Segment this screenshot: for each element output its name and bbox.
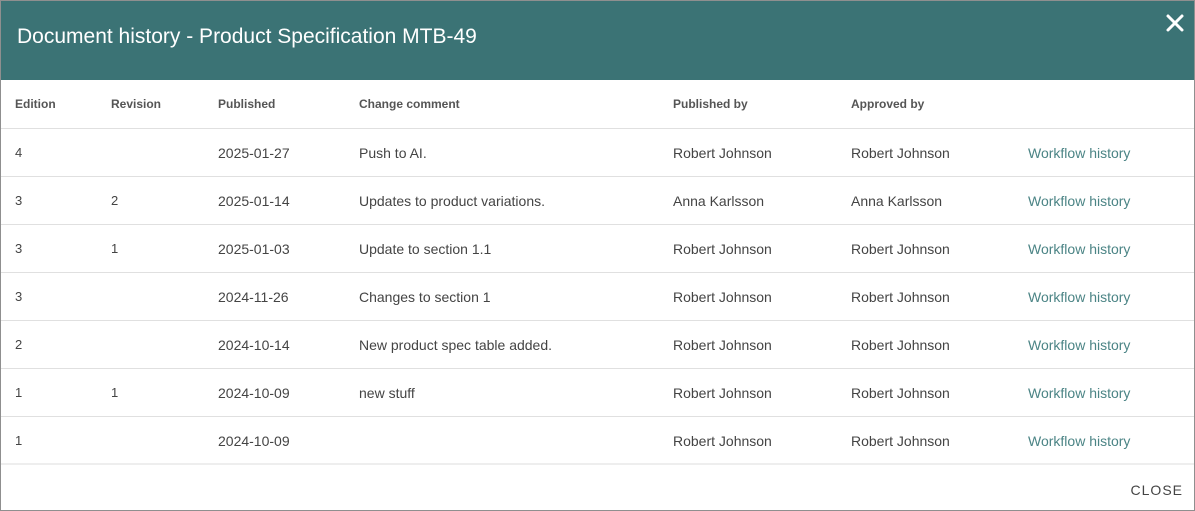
change-comment-cell: Push to AI.	[359, 128, 673, 177]
published-by-cell: Robert Johnson	[673, 272, 851, 321]
published-cell: 2025-01-14	[218, 176, 359, 225]
approved-by-cell: Anna Karlsson	[851, 176, 1028, 225]
published-by-cell: Robert Johnson	[673, 320, 851, 369]
change-comment-cell: Updates to product variations.	[359, 176, 673, 225]
revision-cell: 1	[111, 224, 218, 273]
approved-by-cell: Robert Johnson	[851, 416, 1028, 465]
table-row: 3 1 2025-01-03 Update to section 1.1 Rob…	[1, 224, 1194, 273]
published-cell: 2025-01-03	[218, 224, 359, 273]
dialog-header: Document history - Product Specification…	[1, 1, 1194, 80]
approved-by-cell: Robert Johnson	[851, 320, 1028, 369]
table-row: 3 2024-11-26 Changes to section 1 Robert…	[1, 272, 1194, 321]
edition-cell: 1	[1, 368, 111, 417]
footer-divider	[1, 463, 1194, 465]
published-cell: 2025-01-27	[218, 128, 359, 177]
workflow-history-link[interactable]: Workflow history	[1028, 337, 1130, 353]
revision-cell	[111, 320, 218, 369]
published-by-cell: Anna Karlsson	[673, 176, 851, 225]
change-comment-cell: Update to section 1.1	[359, 224, 673, 273]
published-by-cell: Robert Johnson	[673, 224, 851, 273]
published-cell: 2024-11-26	[218, 272, 359, 321]
table-row: 2 2024-10-14 New product spec table adde…	[1, 320, 1194, 369]
approved-by-cell: Robert Johnson	[851, 224, 1028, 273]
close-button[interactable]: CLOSE	[1131, 482, 1183, 498]
workflow-history-link[interactable]: Workflow history	[1028, 241, 1130, 257]
revision-cell	[111, 272, 218, 321]
table-row: 4 2025-01-27 Push to AI. Robert Johnson …	[1, 128, 1194, 177]
workflow-history-link[interactable]: Workflow history	[1028, 385, 1130, 401]
workflow-history-link[interactable]: Workflow history	[1028, 433, 1130, 449]
edition-cell: 3	[1, 176, 111, 225]
revision-cell	[111, 128, 218, 177]
table-header-row: Edition Revision Published Change commen…	[1, 80, 1194, 129]
published-by-cell: Robert Johnson	[673, 128, 851, 177]
table-row: 1 1 2024-10-09 new stuff Robert Johnson …	[1, 368, 1194, 417]
approved-by-cell: Robert Johnson	[851, 368, 1028, 417]
change-comment-cell: Changes to section 1	[359, 272, 673, 321]
close-x-icon[interactable]	[1164, 12, 1186, 34]
workflow-history-link[interactable]: Workflow history	[1028, 193, 1130, 209]
published-by-cell: Robert Johnson	[673, 368, 851, 417]
edition-cell: 4	[1, 128, 111, 177]
approved-by-cell: Robert Johnson	[851, 128, 1028, 177]
edition-cell: 1	[1, 416, 111, 465]
column-header-change-comment: Change comment	[359, 80, 673, 129]
workflow-history-link[interactable]: Workflow history	[1028, 289, 1130, 305]
published-cell: 2024-10-09	[218, 416, 359, 465]
column-header-approved-by: Approved by	[851, 80, 1028, 129]
approved-by-cell: Robert Johnson	[851, 272, 1028, 321]
edition-cell: 3	[1, 224, 111, 273]
column-header-edition: Edition	[1, 80, 111, 129]
dialog-title: Document history - Product Specification…	[17, 25, 477, 48]
table-row: 1 2024-10-09 Robert Johnson Robert Johns…	[1, 416, 1194, 465]
workflow-history-link[interactable]: Workflow history	[1028, 145, 1130, 161]
change-comment-cell	[359, 416, 673, 465]
column-header-actions	[1028, 80, 1194, 129]
change-comment-cell: New product spec table added.	[359, 320, 673, 369]
revision-cell	[111, 416, 218, 465]
published-cell: 2024-10-14	[218, 320, 359, 369]
change-comment-cell: new stuff	[359, 368, 673, 417]
published-cell: 2024-10-09	[218, 368, 359, 417]
revision-cell: 2	[111, 176, 218, 225]
revision-cell: 1	[111, 368, 218, 417]
history-table: Edition Revision Published Change commen…	[1, 80, 1194, 465]
column-header-published: Published	[218, 80, 359, 129]
table-row: 3 2 2025-01-14 Updates to product variat…	[1, 176, 1194, 225]
column-header-published-by: Published by	[673, 80, 851, 129]
column-header-revision: Revision	[111, 80, 218, 129]
published-by-cell: Robert Johnson	[673, 416, 851, 465]
document-history-dialog: Document history - Product Specification…	[0, 0, 1195, 511]
edition-cell: 3	[1, 272, 111, 321]
edition-cell: 2	[1, 320, 111, 369]
